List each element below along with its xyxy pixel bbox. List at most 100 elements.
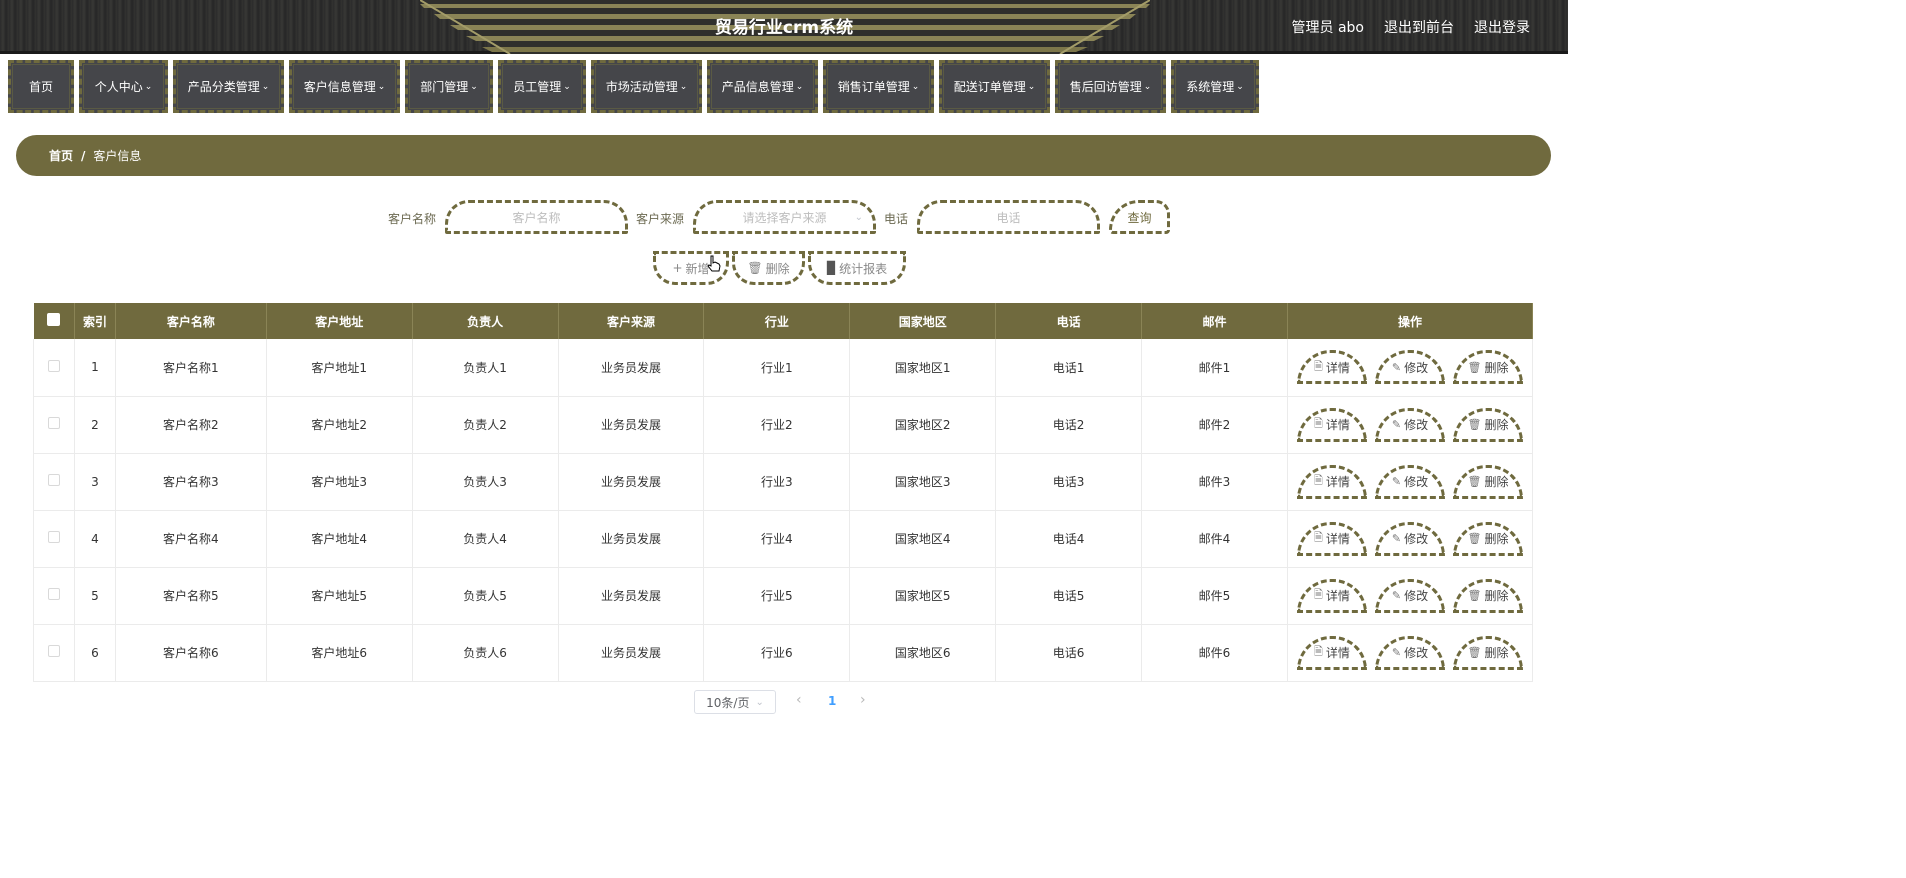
nav-item-after-sales[interactable]: 售后回访管理 ⌄ [1055,60,1166,113]
table-row: 4 客户名称4 客户地址4 负责人4 业务员发展 行业4 国家地区4 电话4 邮件4 🗎 详情 ✎ 修改… [33,510,1534,568]
detail-button-label: 详情 [1325,646,1350,660]
table-cell: 邮件5 [1141,567,1288,625]
select-all-cell [33,303,75,339]
row-actions: 🗎 详情 ✎ 修改 🗑 删除 [1288,407,1532,442]
delete-button[interactable]: 🗑 删除 [1452,464,1523,499]
header-decoration [420,0,1150,54]
table-row: 3 客户名称3 客户地址3 负责人3 业务员发展 行业3 国家地区3 电话3 邮件3 🗎 详情 ✎ 修改… [33,453,1534,511]
table-cell: 客户地址1 [266,339,413,397]
row-checkbox[interactable] [47,531,60,543]
table-body: 1 客户名称1 客户地址1 负责人1 业务员发展 行业1 国家地区1 电话1 邮件1 🗎 详情 ✎ 修改… [33,339,1534,682]
nav-item-product-category[interactable]: 产品分类管理 ⌄ [173,60,284,113]
customer-source-select[interactable]: 请选择客户来源 ⌄ [693,200,876,234]
pencil-icon: ✎ [1391,475,1402,488]
row-checkbox[interactable] [47,645,60,657]
next-page-icon[interactable]: › [860,692,866,708]
nav-item-product-info[interactable]: 产品信息管理 ⌄ [707,60,818,113]
table-cell: 5 [74,567,116,625]
nav-item-personal[interactable]: 个人中心 ⌄ [79,60,168,113]
delete-button-label: 删除 [1484,475,1509,489]
row-actions: 🗎 详情 ✎ 修改 🗑 删除 [1288,635,1532,670]
row-checkbox[interactable] [47,588,60,600]
chevron-down-icon: ⌄ [563,81,571,92]
detail-button[interactable]: 🗎 详情 [1296,464,1367,499]
report-button[interactable]: ▉ 统计报表 [808,251,906,285]
query-button-label: 查询 [1127,210,1152,225]
edit-button[interactable]: ✎ 修改 [1374,407,1445,442]
customer-name-input[interactable]: 客户名称 [445,200,628,234]
breadcrumb-home[interactable]: 首页 [49,147,73,164]
main-nav: 首页 个人中心 ⌄ 产品分类管理 ⌄ 客户信息管理 ⌄ 部门管理 ⌄ 员工管理 ⌄ 市场活… [8,60,1259,113]
nav-item-delivery-order[interactable]: 配送订单管理 ⌄ [939,60,1050,113]
nav-item-customer-info[interactable]: 客户信息管理 ⌄ [289,60,400,113]
row-actions-cell: 🗎 详情 ✎ 修改 🗑 删除 [1287,510,1534,568]
table-cell: 客户名称3 [115,453,267,511]
delete-button[interactable]: 🗑 删除 [1452,635,1523,670]
nav-item-home[interactable]: 首页 [8,60,74,113]
row-actions-cell: 🗎 详情 ✎ 修改 🗑 删除 [1287,339,1534,397]
batch-delete-button[interactable]: 🗑 删除 [732,251,805,285]
nav-item-employee[interactable]: 员工管理 ⌄ [498,60,586,113]
query-button[interactable]: 查询 [1109,200,1170,234]
table-row: 6 客户名称6 客户地址6 负责人6 业务员发展 行业6 国家地区6 电话6 邮件6 🗎 详情 ✎ 修改… [33,624,1534,682]
table-cell: 负责人3 [412,453,559,511]
table-cell: 客户地址6 [266,624,413,682]
document-icon: 🗎 [1314,417,1323,430]
cursor-hand-icon [707,255,721,272]
phone-input[interactable]: 电话 [917,200,1100,234]
page-size-select[interactable]: 10条/页 ⌄ [694,690,776,714]
row-checkbox[interactable] [47,417,60,429]
chevron-down-icon: ⌄ [144,81,153,92]
table-cell: 邮件1 [1141,339,1288,397]
table-cell: 行业1 [703,339,851,397]
table-row: 2 客户名称2 客户地址2 负责人2 业务员发展 行业2 国家地区2 电话2 邮件2 🗎 详情 ✎ 修改… [33,396,1534,454]
column-header: 行业 [703,303,851,339]
user-label: 管理员 abo [1291,20,1364,36]
edit-button[interactable]: ✎ 修改 [1374,464,1445,499]
edit-button-label: 修改 [1404,532,1429,546]
detail-button[interactable]: 🗎 详情 [1296,578,1367,613]
top-bar: 贸易行业crm系统 管理员 abo 退出到前台 退出登录 [0,0,1568,54]
page-number-current[interactable]: 1 [828,694,836,708]
edit-button[interactable]: ✎ 修改 [1374,350,1445,385]
table-cell: 电话4 [995,510,1143,568]
row-checkbox[interactable] [47,474,60,486]
detail-button-label: 详情 [1325,589,1350,603]
delete-button[interactable]: 🗑 删除 [1452,350,1523,385]
nav-item-department[interactable]: 部门管理 ⌄ [405,60,493,113]
detail-button[interactable]: 🗎 详情 [1296,407,1367,442]
column-header: 客户来源 [558,303,705,339]
batch-delete-button-label: 删除 [765,261,790,276]
chevron-down-icon: ⌄ [911,81,920,92]
pencil-icon: ✎ [1391,532,1402,545]
table-cell: 国家地区4 [849,510,997,568]
select-all-checkbox[interactable] [47,313,61,326]
nav-item-sales-order[interactable]: 销售订单管理 ⌄ [823,60,934,113]
edit-button[interactable]: ✎ 修改 [1374,578,1445,613]
table-cell: 行业6 [703,624,851,682]
edit-button[interactable]: ✎ 修改 [1374,635,1445,670]
logout-link[interactable]: 退出登录 [1474,17,1530,37]
delete-button[interactable]: 🗑 删除 [1452,578,1523,613]
nav-item-marketing[interactable]: 市场活动管理 ⌄ [591,60,702,113]
row-checkbox[interactable] [47,359,60,372]
delete-button[interactable]: 🗑 删除 [1452,521,1523,556]
table-cell: 业务员发展 [558,453,705,511]
table-cell: 业务员发展 [558,510,705,568]
delete-button[interactable]: 🗑 删除 [1452,407,1523,442]
column-header: 客户地址 [266,303,413,339]
chevron-down-icon: ⌄ [377,81,386,92]
trash-icon: 🗑 [747,261,763,275]
nav-item-system[interactable]: 系统管理 ⌄ [1171,60,1259,113]
detail-button-label: 详情 [1325,532,1350,546]
detail-button[interactable]: 🗎 详情 [1296,521,1367,556]
edit-button[interactable]: ✎ 修改 [1374,521,1445,556]
table-cell: 6 [74,624,116,682]
page: 贸易行业crm系统 管理员 abo 退出到前台 退出登录 首页 个人中心 ⌄ 产品… [0,0,1568,722]
front-link[interactable]: 退出到前台 [1384,17,1454,37]
detail-button[interactable]: 🗎 详情 [1296,635,1367,670]
chevron-down-icon: ⌄ [470,81,478,92]
detail-button[interactable]: 🗎 详情 [1296,350,1367,385]
prev-page-icon[interactable]: ‹ [796,692,802,708]
table-cell: 负责人2 [412,396,559,454]
